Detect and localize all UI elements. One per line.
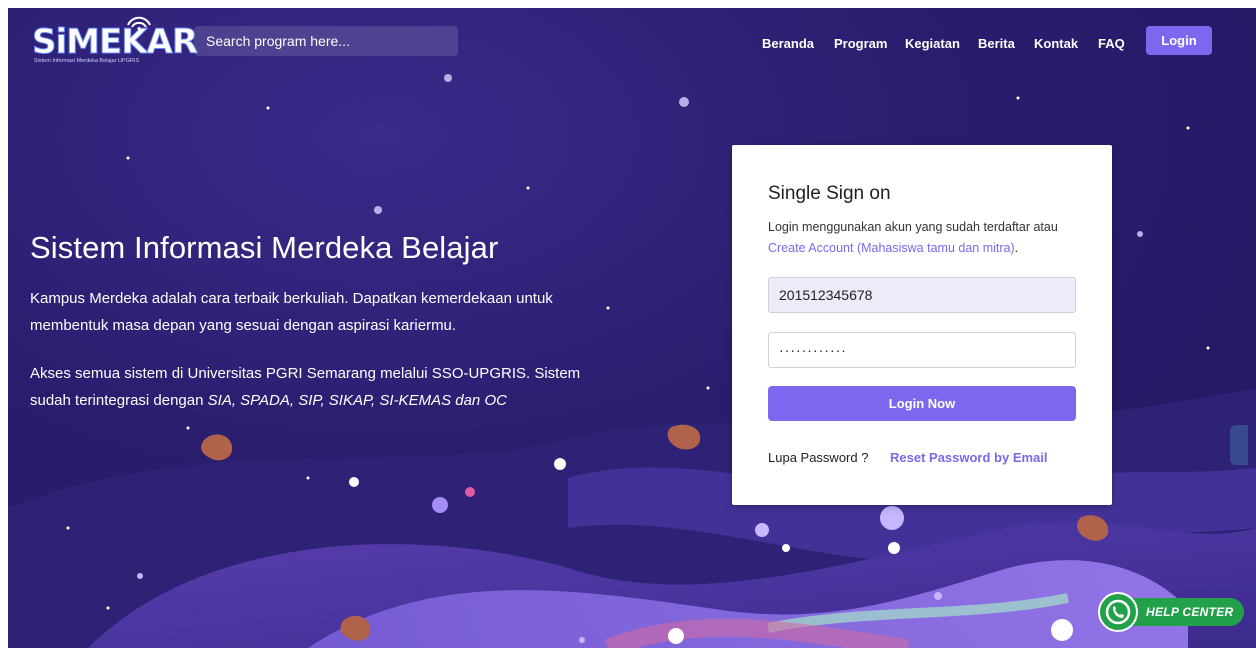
sso-description-period: . (1014, 241, 1019, 255)
hero-title: Sistem Informasi Merdeka Belajar (30, 230, 499, 265)
logo-subtitle: Sistem Informasi Merdeka Belajar UPGRIS (34, 58, 140, 64)
logo-wordmark: SiMEKAR (31, 22, 198, 63)
help-center-label: HELP CENTER (1146, 605, 1234, 619)
hero-description: Kampus Merdeka adalah cara terbaik berku… (30, 290, 553, 334)
login-now-button[interactable]: Login Now (768, 386, 1076, 421)
hero-integration-text: Akses semua sistem di Universitas PGRI S… (30, 360, 610, 414)
sso-description: Login menggunakan akun yang sudah terdaf… (768, 217, 1088, 259)
wifi-icon (127, 16, 151, 30)
search-input[interactable] (194, 26, 458, 56)
nav-item-kontak[interactable]: Kontak (1034, 36, 1078, 51)
reset-password-link[interactable]: Reset Password by Email (890, 450, 1048, 465)
nav-item-berita[interactable]: Berita (978, 36, 1015, 51)
username-field[interactable] (768, 277, 1076, 313)
nav-item-faq[interactable]: FAQ (1098, 36, 1125, 51)
create-account-link[interactable]: Create Account (Mahasiswa tamu dan mitra… (768, 241, 1015, 255)
forgot-password-label: Lupa Password ? (768, 450, 869, 465)
side-floating-tab[interactable] (1230, 425, 1248, 465)
nav-item-beranda[interactable]: Beranda (762, 36, 814, 51)
whatsapp-icon (1098, 592, 1138, 632)
brand-logo[interactable]: SiMEKAR Sistem Informasi Merdeka Belajar… (30, 16, 199, 70)
nav-item-program[interactable]: Program (834, 36, 887, 51)
help-center-button[interactable]: HELP CENTER (1098, 592, 1244, 632)
sso-login-card: Single Sign on Login menggunakan akun ya… (732, 145, 1112, 505)
phone-icon (1105, 599, 1131, 625)
password-field[interactable] (768, 332, 1076, 368)
sso-description-text: Login menggunakan akun yang sudah terdaf… (768, 220, 1058, 234)
hero-integrated-systems: SIA, SPADA, SIP, SIKAP, SI-KEMAS dan OC (207, 392, 507, 409)
sso-title: Single Sign on (768, 183, 891, 204)
nav-item-kegiatan[interactable]: Kegiatan (905, 36, 960, 51)
login-button[interactable]: Login (1146, 26, 1212, 55)
